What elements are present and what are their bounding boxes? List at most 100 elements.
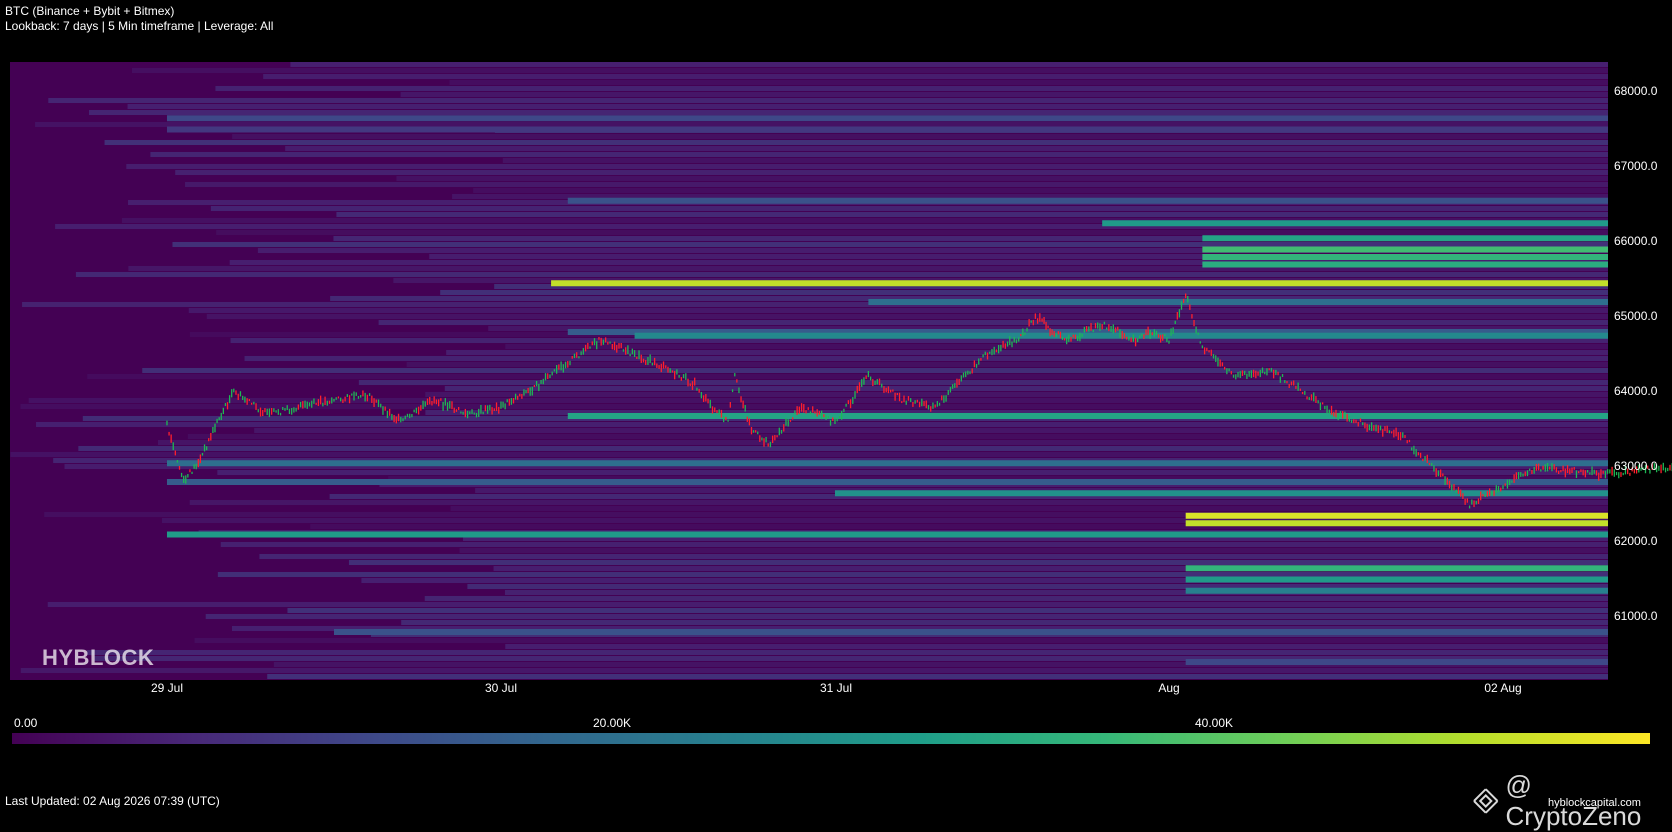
liquidation-level[interactable]	[567, 197, 1608, 204]
liquidation-level[interactable]	[166, 479, 1609, 485]
heatmap-band	[142, 368, 1609, 373]
heatmap-band	[459, 548, 1608, 553]
heatmap-band	[440, 290, 1608, 295]
liquidation-level[interactable]	[1185, 520, 1608, 527]
heatmap-band	[424, 596, 1608, 601]
x-tick-label: 30 Jul	[484, 681, 518, 695]
heatmap-band	[401, 620, 1608, 625]
heatmap-band	[232, 134, 1608, 139]
site-url: hyblockcapital.com	[1548, 797, 1641, 809]
heatmap-band	[48, 98, 1608, 103]
last-updated-text: Last Updated: 02 Aug 2026 07:39 (UTC)	[5, 794, 220, 808]
liquidation-level[interactable]	[166, 126, 1609, 133]
heatmap-band	[217, 572, 1608, 577]
heatmap-band	[444, 386, 1608, 391]
liquidation-level[interactable]	[333, 629, 1609, 635]
heatmap-band	[194, 638, 1609, 643]
heatmap-band	[188, 308, 1609, 313]
liquidation-level[interactable]	[1185, 576, 1608, 583]
heatmap-band	[210, 206, 1609, 211]
liquidation-level[interactable]	[1202, 235, 1608, 242]
liquidation-level[interactable]	[166, 115, 1609, 122]
heatmap-band	[215, 86, 1608, 91]
heatmap-band	[217, 470, 1608, 475]
heatmap-band	[88, 110, 1608, 115]
liquidation-level[interactable]	[1202, 261, 1608, 268]
heatmap-band	[450, 506, 1608, 511]
liquidation-level[interactable]	[868, 299, 1608, 305]
hyblock-watermark: HYBLOCK	[42, 645, 155, 670]
heatmap-band	[290, 62, 1609, 67]
heatmap-band	[20, 668, 1609, 673]
heatmap-band	[502, 158, 1608, 163]
heatmap-band	[75, 272, 1609, 277]
y-tick-label: 63000.0	[1614, 459, 1658, 473]
heatmap-band	[400, 92, 1608, 97]
heatmap-band	[10, 452, 1608, 457]
heatmap-band	[216, 230, 1609, 235]
heatmap-band	[35, 122, 1609, 127]
heatmap-band	[220, 542, 1608, 547]
heatmap-band	[126, 164, 1608, 169]
x-tick-label: 02 Aug	[1484, 681, 1522, 695]
binance-logo-icon	[1473, 788, 1499, 814]
heatmap-band	[358, 380, 1608, 385]
heatmap-band	[244, 356, 1608, 361]
heatmap-band	[185, 182, 1609, 187]
heatmap-band	[131, 68, 1608, 73]
y-tick-label: 62000.0	[1614, 534, 1658, 548]
heatmap-band	[150, 152, 1608, 157]
heatmap-band	[287, 608, 1608, 613]
x-tick-label: Aug	[1158, 681, 1180, 695]
heatmap-band	[449, 80, 1609, 85]
heatmap-band	[285, 146, 1608, 151]
heatmap-band	[259, 554, 1608, 559]
heatmap-band	[263, 74, 1609, 79]
liquidation-level[interactable]	[166, 531, 1609, 538]
heatmap-band	[158, 440, 1608, 445]
heatmap-band	[175, 170, 1608, 175]
liquidation-level[interactable]	[1102, 220, 1608, 227]
liquidation-level[interactable]	[634, 332, 1608, 339]
heatmap-band	[267, 674, 1608, 679]
heatmap-band	[47, 602, 1608, 607]
heatmap-band	[87, 650, 1608, 655]
heatmap-band	[254, 428, 1608, 433]
x-tick-label: 29 Jul	[150, 681, 184, 695]
heatmap-band	[87, 374, 1608, 379]
liquidation-level[interactable]	[166, 460, 1609, 467]
heatmap-band	[446, 350, 1608, 355]
y-tick-label: 64000.0	[1614, 384, 1658, 398]
y-tick-label: 67000.0	[1614, 159, 1658, 173]
liquidation-level[interactable]	[551, 280, 1608, 287]
heatmap-band	[28, 398, 1609, 403]
heatmap-band	[172, 242, 1608, 247]
heatmap-band	[189, 500, 1609, 505]
y-tick-label: 66000.0	[1614, 234, 1658, 248]
liquidation-level[interactable]	[1202, 254, 1608, 260]
heatmap-band	[127, 104, 1608, 109]
y-tick-label: 61000.0	[1614, 609, 1658, 623]
colorbar	[12, 733, 1650, 744]
colorbar-tick-label: 0.00	[14, 716, 38, 730]
liquidation-level[interactable]	[1185, 565, 1608, 572]
heatmap-band	[406, 362, 1609, 367]
heatmap-band	[348, 560, 1608, 565]
heatmap-band	[206, 314, 1608, 319]
heatmap-band	[473, 188, 1608, 193]
colorbar-tick-label: 20.00K	[593, 716, 632, 730]
heatmap-band	[20, 404, 1609, 409]
heatmap-band	[205, 614, 1608, 619]
colorbar-tick-label: 40.00K	[1195, 716, 1234, 730]
liquidation-level[interactable]	[1185, 659, 1608, 665]
heatmap-band	[378, 320, 1608, 325]
heatmap-band	[336, 212, 1608, 217]
liquidation-level[interactable]	[1202, 246, 1608, 253]
y-tick-label: 65000.0	[1614, 309, 1658, 323]
liquidation-level[interactable]	[1185, 512, 1608, 519]
heatmap-band	[78, 446, 1608, 451]
liquidation-level[interactable]	[1185, 587, 1608, 594]
heatmap-band	[425, 392, 1608, 397]
x-tick-label: 31 Jul	[819, 681, 853, 695]
heatmap-band	[505, 644, 1608, 649]
